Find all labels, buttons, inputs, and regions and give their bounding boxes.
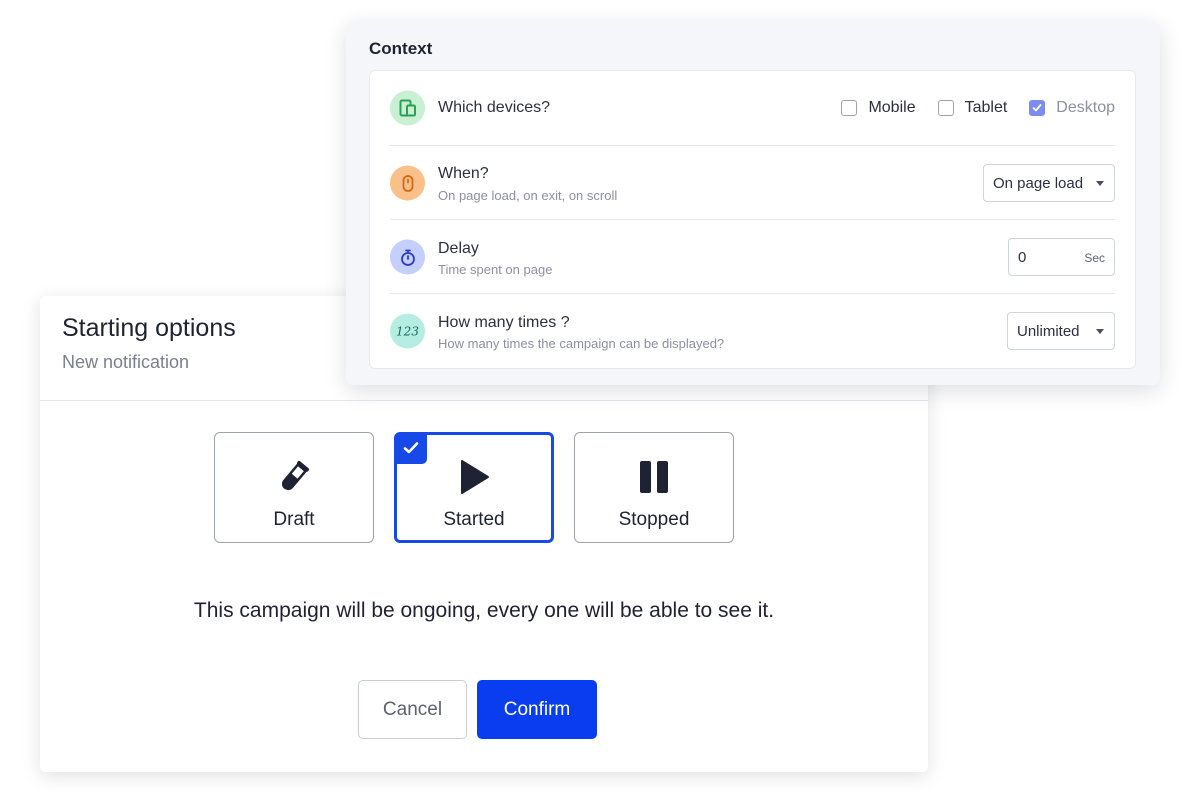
pause-icon xyxy=(640,461,668,493)
status-option-started[interactable]: Started xyxy=(394,432,554,543)
times-select-value: Unlimited xyxy=(1017,323,1080,340)
mobile-label: Mobile xyxy=(868,99,916,116)
delay-row: Delay Time spent on page 0 Sec xyxy=(390,219,1115,294)
when-select[interactable]: On page load xyxy=(983,164,1115,202)
context-settings: Which devices? Mobile Tablet Desktop Whe… xyxy=(369,70,1136,369)
delay-title: Delay xyxy=(438,240,479,257)
devices-title: Which devices? xyxy=(438,99,551,116)
numbers-icon: 123 xyxy=(390,313,425,349)
delay-unit: Sec xyxy=(1084,251,1105,265)
delay-input[interactable]: 0 Sec xyxy=(1008,238,1115,276)
when-select-value: On page load xyxy=(993,175,1084,192)
check-icon xyxy=(403,442,419,454)
times-subtitle: How many times the campaign can be displ… xyxy=(438,336,725,351)
status-label-stopped: Stopped xyxy=(618,509,690,530)
desktop-label: Desktop xyxy=(1056,99,1115,116)
delay-subtitle: Time spent on page xyxy=(438,262,553,277)
stopwatch-icon xyxy=(390,239,425,275)
mobile-checkbox[interactable] xyxy=(841,100,858,116)
context-title: Context xyxy=(369,39,433,58)
mouse-icon xyxy=(390,165,425,201)
device-option-mobile[interactable]: Mobile xyxy=(841,99,916,117)
device-option-desktop[interactable]: Desktop xyxy=(1029,99,1115,117)
confirm-button[interactable]: Confirm xyxy=(477,680,597,739)
play-icon xyxy=(461,460,489,494)
desktop-checkbox[interactable] xyxy=(1029,100,1046,116)
when-subtitle: On page load, on exit, on scroll xyxy=(438,188,618,203)
when-row: When? On page load, on exit, on scroll O… xyxy=(390,145,1115,220)
devices-row: Which devices? Mobile Tablet Desktop xyxy=(390,71,1115,145)
status-label-started: Started xyxy=(443,509,505,530)
status-options: Draft Started Stopped xyxy=(214,432,734,543)
cancel-button[interactable]: Cancel xyxy=(358,680,467,739)
tablet-checkbox[interactable] xyxy=(937,100,954,116)
status-description: This campaign will be ongoing, every one… xyxy=(193,599,775,622)
chevron-down-icon xyxy=(1096,329,1104,334)
check-icon xyxy=(1032,104,1042,112)
when-title: When? xyxy=(438,165,489,182)
test-tube-icon xyxy=(281,460,310,491)
panel-title: Starting options xyxy=(62,314,236,342)
panel-subtitle: New notification xyxy=(62,352,190,372)
times-row: 123 How many times ? How many times the … xyxy=(390,293,1115,368)
tablet-label: Tablet xyxy=(964,99,1008,116)
context-panel: Context Which devices? Mobile Tablet Des… xyxy=(346,21,1160,385)
selected-badge xyxy=(396,434,427,464)
status-option-stopped[interactable]: Stopped xyxy=(574,432,734,543)
numbers-icon-text: 123 xyxy=(396,324,419,338)
delay-input-value: 0 xyxy=(1018,249,1027,266)
devices-icon xyxy=(390,90,425,126)
chevron-down-icon xyxy=(1096,181,1104,186)
status-option-draft[interactable]: Draft xyxy=(214,432,374,543)
times-select[interactable]: Unlimited xyxy=(1007,312,1115,350)
times-title: How many times ? xyxy=(438,314,570,331)
status-label-draft: Draft xyxy=(273,509,315,530)
device-option-tablet[interactable]: Tablet xyxy=(937,99,1008,117)
device-options: Mobile Tablet Desktop xyxy=(819,99,1115,117)
